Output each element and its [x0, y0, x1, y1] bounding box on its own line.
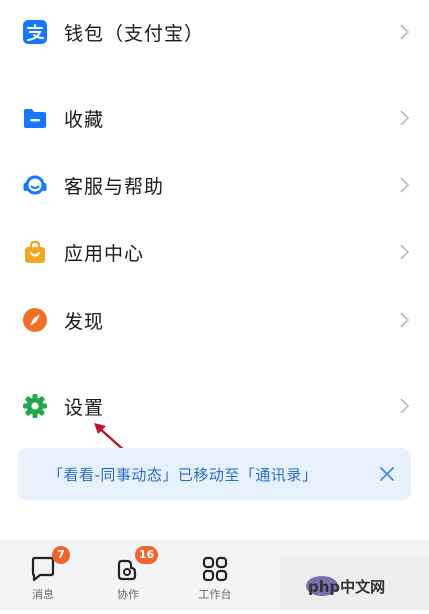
moved-notice-toast: 「看看-同事动态」已移动至「通讯录」 [18, 448, 411, 500]
menu-label: 钱包（支付宝） [64, 22, 205, 45]
tab-workbench[interactable]: 工作台 [180, 540, 250, 610]
toast-message: 「看看-同事动态」已移动至「通讯录」 [48, 465, 318, 484]
compass-icon [22, 307, 48, 333]
chevron-right-icon [400, 244, 410, 260]
tab-label: 工作台 [198, 588, 232, 601]
tab-label: 消息 [32, 588, 54, 601]
alipay-icon [22, 19, 48, 45]
chevron-right-icon [400, 110, 410, 126]
unread-badge: 16 [135, 546, 159, 564]
menu-item-settings[interactable]: 设置 [0, 378, 429, 434]
gear-icon [22, 393, 48, 419]
tab-collaboration[interactable]: 16 协作 [93, 540, 163, 610]
watermark: php中文网 [280, 556, 429, 610]
menu-label: 设置 [64, 396, 105, 419]
chevron-right-icon [400, 24, 410, 40]
menu-label: 应用中心 [64, 242, 145, 265]
tab-messages[interactable]: 7 消息 [8, 540, 78, 610]
watermark-text: php中文网 [308, 578, 386, 596]
menu-item-discover[interactable]: 发现 [0, 292, 429, 348]
menu-item-support[interactable]: 客服与帮助 [0, 157, 429, 213]
unread-badge: 7 [52, 546, 70, 564]
grid-icon [202, 556, 228, 582]
chevron-right-icon [400, 177, 410, 193]
shopping-bag-icon [22, 239, 48, 265]
folder-icon [22, 105, 48, 131]
tab-label: 协作 [117, 588, 139, 601]
menu-item-favorites[interactable]: 收藏 [0, 90, 429, 146]
menu-label: 发现 [64, 310, 105, 333]
menu-item-wallet[interactable]: 钱包（支付宝） [0, 4, 429, 60]
chevron-right-icon [400, 312, 410, 328]
close-icon[interactable] [377, 464, 397, 484]
menu-label: 收藏 [64, 108, 105, 131]
menu-label: 客服与帮助 [64, 175, 165, 198]
chevron-right-icon [400, 398, 410, 414]
headset-icon [22, 172, 48, 198]
menu-item-app-center[interactable]: 应用中心 [0, 224, 429, 280]
